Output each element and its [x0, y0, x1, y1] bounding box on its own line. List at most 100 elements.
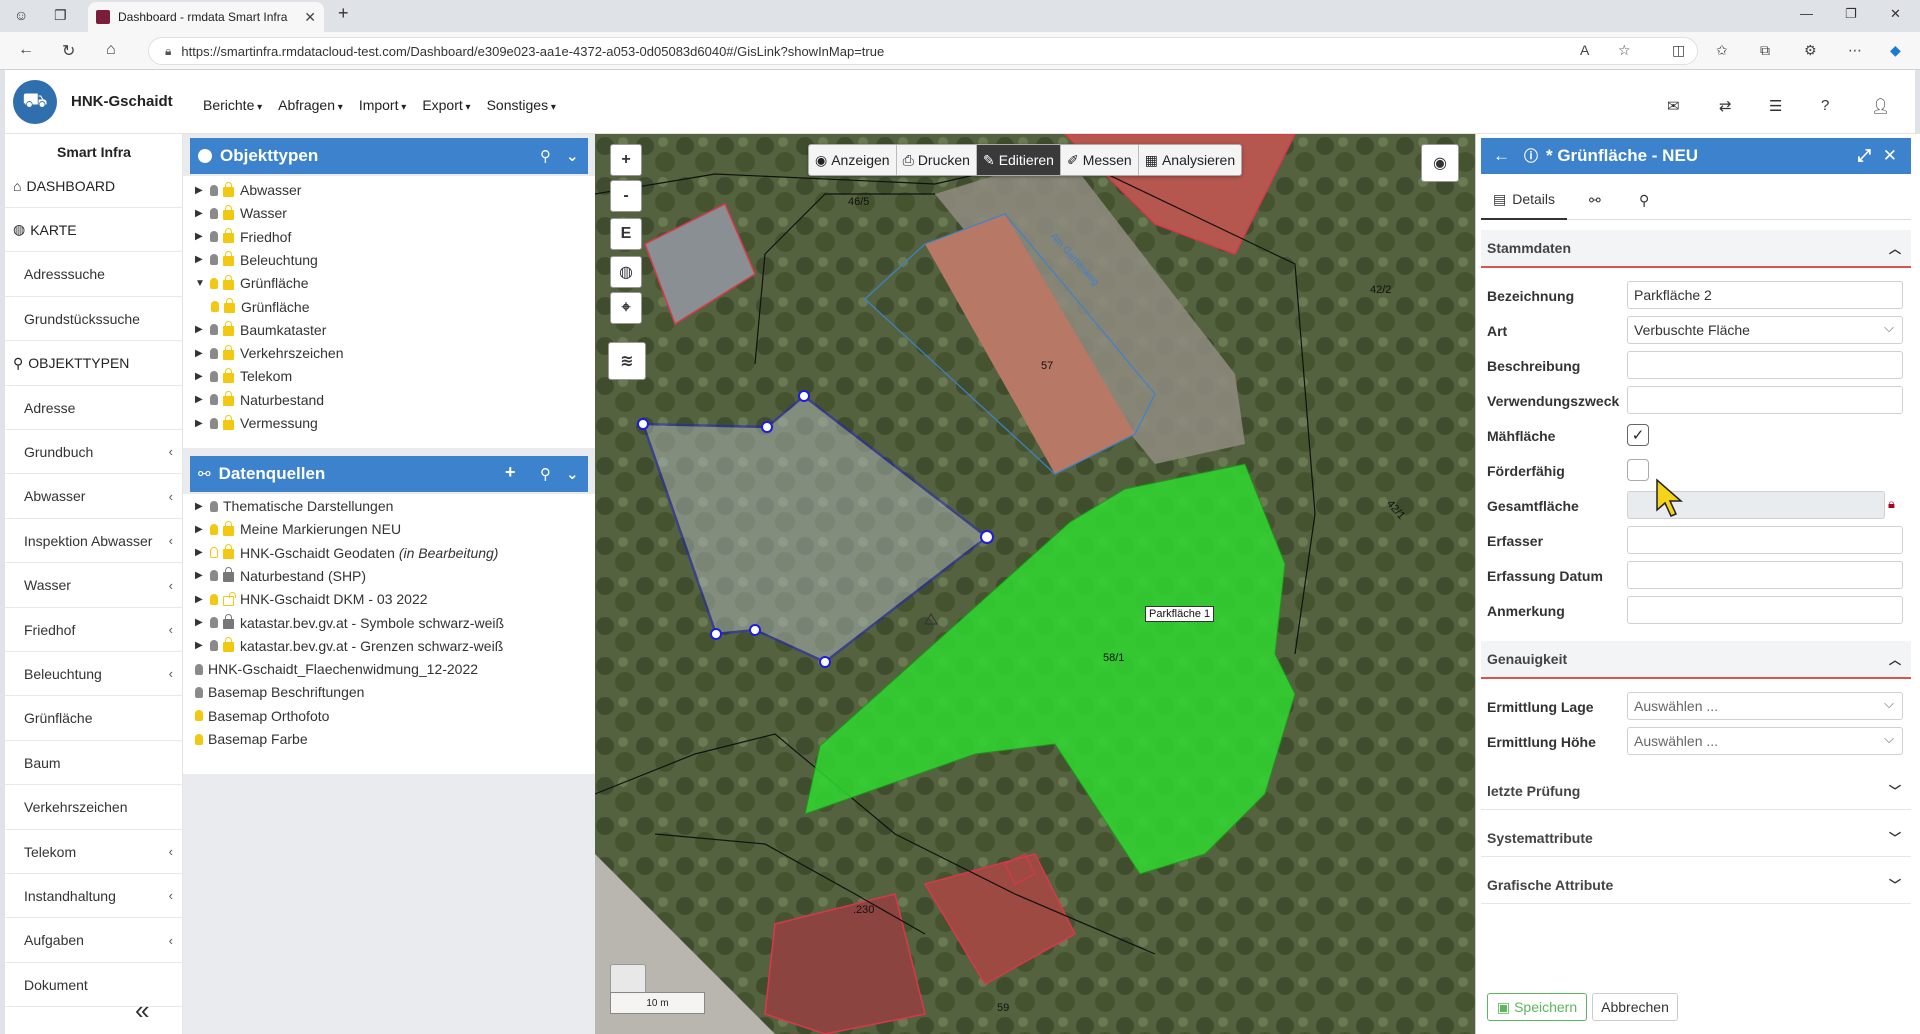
sidebar-item[interactable]: Adresse [5, 386, 183, 430]
tree-node[interactable]: ▶ Naturbestand (SHP) [195, 567, 366, 584]
minimap-toggle[interactable] [610, 964, 646, 994]
tree-node[interactable]: Basemap Orthofoto [195, 708, 329, 724]
expand-triangle-icon[interactable]: ▶ [195, 594, 207, 605]
expand-triangle-icon[interactable]: ▶ [195, 418, 207, 429]
tree-node[interactable]: ▶ katastar.bev.gv.at - Grenzen schwarz-we… [195, 637, 503, 654]
bulb-icon[interactable] [195, 710, 203, 722]
analysieren-button[interactable]: ▦ Analysieren [1139, 145, 1241, 175]
sidebar-item[interactable]: ◍ KARTE [5, 208, 183, 253]
expand-triangle-icon[interactable]: ▶ [195, 570, 207, 581]
bulb-icon[interactable] [210, 640, 218, 652]
sidebar-item[interactable]: Adresssuche [5, 253, 183, 297]
padlock-icon[interactable] [223, 321, 234, 337]
padlock-icon[interactable] [223, 274, 234, 290]
padlock-icon[interactable] [223, 414, 234, 430]
expand-triangle-icon[interactable]: ▶ [195, 547, 207, 558]
search-icon[interactable]: ⚲ [540, 147, 551, 165]
search-icon[interactable]: ⚲ [540, 465, 551, 483]
tree-node[interactable]: ▶ Abwasser [195, 181, 301, 198]
tree-node[interactable]: ▶ Telekom [195, 367, 292, 384]
sync-icon[interactable]: ⇄ [1719, 97, 1732, 115]
sidebar-item[interactable]: Verkehrszeichen [5, 786, 183, 830]
tree-node[interactable]: ▶ HNK-Gschaidt DKM - 03 2022 [195, 591, 428, 607]
padlock-icon[interactable] [223, 637, 234, 653]
expand-triangle-icon[interactable]: ▶ [195, 324, 207, 335]
expand-triangle-icon[interactable]: ▶ [195, 501, 207, 512]
beschreibung-input[interactable] [1627, 351, 1903, 379]
menu-import[interactable]: Import [359, 97, 407, 113]
favorites-icon[interactable]: ✩ [1716, 42, 1728, 59]
vertex-handle[interactable] [761, 421, 773, 433]
mail-icon[interactable]: ✉ [1667, 97, 1680, 115]
sidebar-item[interactable]: Wasser ‹ [5, 564, 183, 608]
bulb-icon[interactable] [210, 617, 218, 628]
menu-berichte[interactable]: Berichte [203, 97, 262, 113]
padlock-icon[interactable] [223, 367, 234, 383]
sidebar-item[interactable]: ⚲ OBJEKTTYPEN [5, 342, 183, 386]
padlock-icon[interactable] [223, 228, 234, 244]
bulb-icon[interactable] [210, 523, 218, 535]
expand-triangle-icon[interactable]: ▶ [195, 231, 207, 242]
bulb-icon[interactable] [210, 347, 218, 359]
extent-button[interactable]: E [610, 218, 642, 250]
section-stammdaten[interactable]: Stammdaten ︿ [1481, 230, 1911, 268]
bulb-icon[interactable] [210, 547, 218, 559]
zoom-in-button[interactable]: + [610, 144, 642, 176]
app-logo-icon[interactable]: ⛟ [13, 80, 57, 124]
info-icon[interactable]: ⓘ [1524, 146, 1538, 166]
sidebar-item[interactable]: Abwasser ‹ [5, 475, 183, 519]
expand-icon[interactable]: ⤢ [1857, 146, 1871, 166]
chevron-down-icon[interactable]: ⌄ [566, 147, 579, 165]
padlock-icon[interactable] [223, 251, 234, 267]
datenquellen-header[interactable]: ⚯ Datenquellen + ⚲ ⌄ [190, 456, 588, 492]
sidebar-item[interactable]: Baum [5, 741, 183, 786]
tree-node[interactable]: ▶ Verkehrszeichen [195, 344, 344, 361]
sidebar-item[interactable]: Instandhaltung ‹ [5, 874, 183, 919]
bulb-icon[interactable] [210, 324, 218, 336]
compass-icon[interactable]: ◍ [610, 256, 642, 288]
sidebar-item[interactable]: Beleuchtung ‹ [5, 652, 183, 697]
padlock-icon[interactable] [223, 391, 234, 407]
bulb-icon[interactable] [211, 301, 219, 312]
window-close-icon[interactable]: ✕ [1890, 6, 1901, 22]
tree-node[interactable]: ▶ Vermessung [195, 414, 318, 431]
expand-triangle-icon[interactable]: ▶ [195, 524, 207, 535]
expand-triangle-icon[interactable]: ▶ [195, 208, 207, 219]
zoom-out-button[interactable]: - [610, 180, 642, 212]
map-view[interactable]: 46/5 Am Gartenweg 57 42/2 42/1 58/1 .230… [595, 134, 1475, 1034]
sidebar-item[interactable]: Inspektion Abwasser ‹ [5, 519, 183, 564]
record-icon[interactable]: ◉ [1421, 144, 1459, 182]
bulb-icon[interactable] [210, 254, 218, 266]
minimize-icon[interactable]: — [1800, 6, 1813, 21]
tree-node[interactable]: ▶ Friedhof [195, 228, 291, 245]
url-field[interactable]: 🔒︎ https://smartinfra.rmdatacloud-test.c… [148, 37, 1698, 65]
save-button[interactable]: ▣ Speichern [1487, 993, 1587, 1021]
vertex-handle[interactable] [819, 656, 831, 668]
erfassung-datum-input[interactable] [1627, 561, 1903, 589]
tree-node[interactable]: ▶ Thematische Darstellungen [195, 498, 393, 514]
objekttypen-header[interactable]: Objekttypen ⚲ ⌄ [190, 138, 588, 174]
menu-abfragen[interactable]: Abfragen [278, 97, 343, 113]
tab-close-icon[interactable]: ✕ [304, 9, 316, 26]
menu-sonstiges[interactable]: Sonstiges [487, 97, 556, 113]
back-icon[interactable]: ← [18, 41, 34, 59]
add-icon[interactable]: + [505, 462, 516, 483]
collections-icon[interactable]: ⧉ [1760, 42, 1770, 59]
bulb-icon[interactable] [210, 207, 218, 219]
tree-node[interactable]: ▶ Meine Markierungen NEU [195, 520, 401, 537]
maehflaeche-checkbox[interactable]: ✓ [1627, 424, 1649, 446]
chevron-down-icon[interactable]: ⌄ [566, 465, 579, 483]
user-icon[interactable]: 👤︎ [1871, 97, 1890, 115]
map-canvas[interactable] [595, 134, 1475, 1034]
cancel-button[interactable]: Abbrechen [1592, 993, 1678, 1021]
bulb-icon[interactable] [195, 686, 203, 698]
anzeigen-button[interactable]: ◉ Anzeigen [809, 145, 897, 175]
sidebar-item[interactable]: Dokument [5, 963, 183, 1008]
expand-triangle-icon[interactable]: ▶ [195, 348, 207, 359]
expand-triangle-icon[interactable]: ▶ [195, 185, 207, 196]
erfasser-input[interactable] [1627, 526, 1903, 554]
bulb-icon[interactable] [195, 663, 203, 675]
home-icon[interactable]: ⌂ [106, 41, 116, 59]
expand-triangle-icon[interactable]: ▶ [195, 254, 207, 265]
expand-triangle-icon[interactable]: ▶ [195, 394, 207, 405]
